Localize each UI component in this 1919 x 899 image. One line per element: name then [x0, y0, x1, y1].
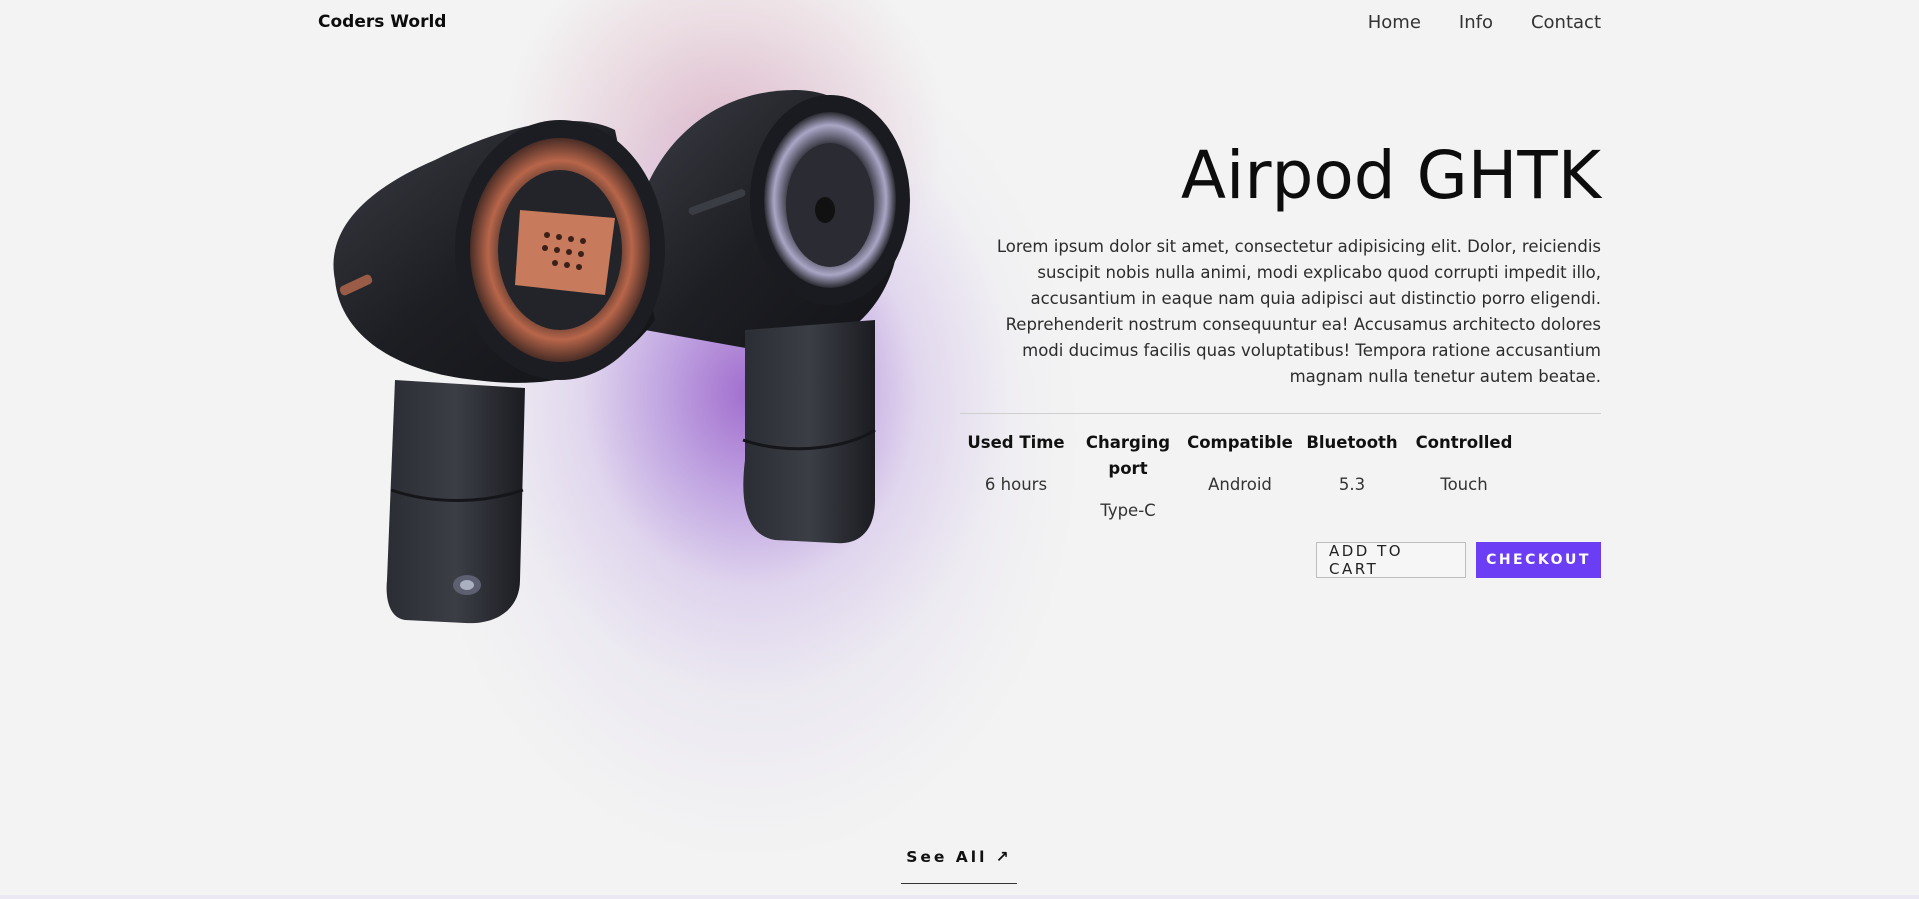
nav-home[interactable]: Home [1368, 12, 1421, 33]
spec-label: Charging port [1085, 433, 1171, 478]
divider [960, 413, 1601, 414]
spec-compatible: Compatible Android [1184, 430, 1296, 524]
nav-info[interactable]: Info [1459, 12, 1493, 33]
spec-label: Compatible [1187, 433, 1293, 452]
spec-label: Used Time [967, 433, 1065, 452]
bottom-strip [0, 895, 1919, 899]
spec-charging-port: Charging port Type-C [1072, 430, 1184, 524]
product-page: Coders World Home Info Contact Airpod GH… [0, 0, 1919, 899]
see-all-label: See All ↗ [906, 848, 1012, 866]
checkout-button[interactable]: CHECKOUT [1476, 542, 1601, 578]
spec-value: Touch [1440, 475, 1488, 494]
spec-used-time: Used Time 6 hours [960, 430, 1072, 524]
see-all-link[interactable]: See All ↗ [901, 848, 1017, 884]
action-buttons: ADD TO CART CHECKOUT [1316, 542, 1601, 578]
nav-contact[interactable]: Contact [1531, 12, 1601, 33]
spec-label: Controlled [1415, 433, 1513, 452]
specs-table: Used Time 6 hours Charging port Type-C C… [960, 430, 1520, 524]
spec-controlled: Controlled Touch [1408, 430, 1520, 524]
spec-value: 5.3 [1338, 475, 1366, 494]
brand-logo[interactable]: Coders World [318, 12, 446, 32]
main-nav: Home Info Contact [1368, 12, 1601, 33]
product-image [333, 90, 910, 624]
spec-value: Android [1208, 475, 1272, 494]
product-title: Airpod GHTK [1180, 137, 1601, 214]
spec-bluetooth: Bluetooth 5.3 [1296, 430, 1408, 524]
spec-value: Type-C [1100, 501, 1156, 520]
product-description: Lorem ipsum dolor sit amet, consectetur … [996, 237, 1601, 386]
add-to-cart-button[interactable]: ADD TO CART [1316, 542, 1466, 578]
spec-value: 6 hours [984, 475, 1048, 494]
spec-label: Bluetooth [1306, 433, 1398, 452]
